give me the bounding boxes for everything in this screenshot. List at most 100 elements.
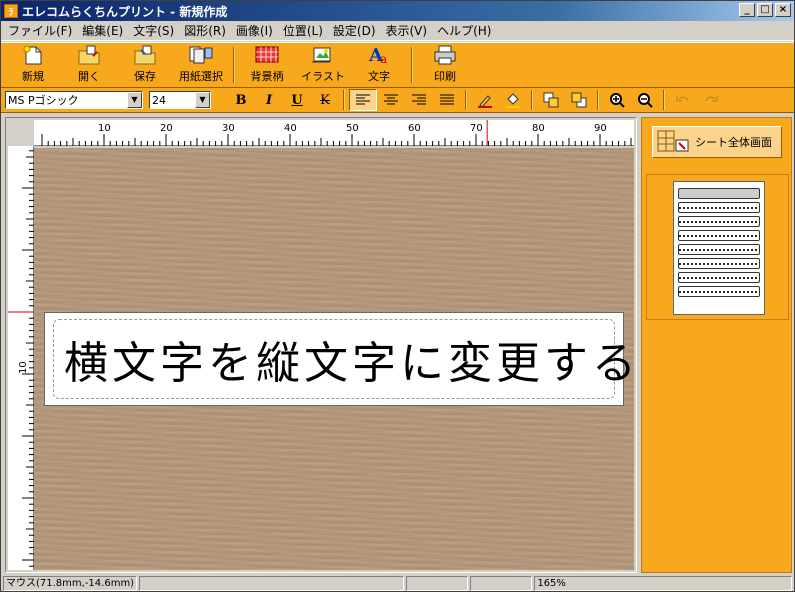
- design-canvas[interactable]: 横文字を縦文字に変更する: [34, 148, 636, 570]
- toolbar-separator: [233, 47, 235, 83]
- background-pattern-icon: [254, 44, 280, 66]
- save-button[interactable]: 保存: [117, 44, 173, 86]
- send-back-icon: [571, 92, 587, 108]
- chevron-down-icon[interactable]: ▼: [195, 92, 210, 108]
- zoom-in-button[interactable]: [603, 89, 631, 111]
- illustration-button[interactable]: イラスト: [295, 44, 351, 86]
- undo-icon: [676, 96, 689, 102]
- window-title: エレコムらくちんプリント - 新規作成: [22, 4, 228, 19]
- printer-icon: [432, 44, 458, 66]
- open-folder-icon: [76, 44, 102, 66]
- fill-bucket-icon: [506, 93, 520, 108]
- pen-icon: [478, 95, 492, 108]
- redo-button[interactable]: [697, 89, 725, 111]
- text-label: 文字: [368, 70, 390, 83]
- font-size-value: 24: [152, 93, 166, 107]
- toolbar-separator: [343, 90, 345, 110]
- menu-settings[interactable]: 設定(D): [328, 22, 381, 39]
- status-cell-empty: [138, 576, 405, 591]
- format-toolbar: MS Pゴシック ▼ 24 ▼ B I U K: [1, 88, 794, 113]
- align-left-button[interactable]: [349, 89, 377, 111]
- align-right-icon: [412, 94, 426, 105]
- new-label: 新規: [22, 70, 44, 83]
- fill-color-button[interactable]: [499, 89, 527, 111]
- text-aa-icon: Aa: [366, 44, 392, 66]
- menu-shape[interactable]: 図形(R): [179, 22, 231, 39]
- zoom-in-icon: [610, 93, 625, 108]
- bring-front-button[interactable]: [537, 89, 565, 111]
- work-area: 10 20 30 40 50 60 70 80 90 10 横文字を縦文字に変更する: [5, 117, 637, 573]
- open-button[interactable]: 開く: [61, 44, 117, 86]
- ruler-corner: [8, 120, 34, 146]
- chevron-down-icon[interactable]: ▼: [127, 92, 142, 108]
- sheet-preview-panel: [646, 174, 789, 320]
- ruler-tick-label: 20: [160, 123, 173, 134]
- menu-position[interactable]: 位置(L): [278, 22, 328, 39]
- new-button[interactable]: 新規: [5, 44, 61, 86]
- sheet-overview-icon: [657, 130, 689, 152]
- ruler-tick-label: 10: [18, 361, 29, 374]
- underline-button[interactable]: U: [283, 89, 311, 111]
- menu-file[interactable]: ファイル(F): [3, 22, 77, 39]
- font-name-value: MS Pゴシック: [8, 94, 79, 107]
- close-button[interactable]: ×: [775, 3, 791, 17]
- paper-select-label: 用紙選択: [179, 70, 223, 83]
- bold-button[interactable]: B: [227, 89, 255, 111]
- svg-text:a: a: [380, 52, 387, 66]
- horizontal-ruler: 10 20 30 40 50 60 70 80 90: [34, 120, 634, 146]
- menu-view[interactable]: 表示(V): [381, 22, 433, 39]
- font-size-select[interactable]: 24 ▼: [149, 91, 211, 109]
- pen-color-button[interactable]: [471, 89, 499, 111]
- zoom-out-icon: [638, 93, 653, 108]
- text-button[interactable]: Aa 文字: [351, 44, 407, 86]
- label-object[interactable]: 横文字を縦文字に変更する: [44, 312, 636, 406]
- thumbnail-label-row[interactable]: [678, 188, 760, 199]
- title-bar: ﾗ エレコムらくちんプリント - 新規作成 _ □ ×: [1, 1, 794, 21]
- paper-select-icon: [188, 44, 214, 66]
- thumbnail-label-row[interactable]: [678, 244, 760, 255]
- sheet-overview-button[interactable]: シート全体画面: [652, 126, 782, 158]
- send-back-button[interactable]: [565, 89, 593, 111]
- thumbnail-label-row[interactable]: [678, 230, 760, 241]
- menu-image[interactable]: 画像(I): [231, 22, 278, 39]
- thumbnail-label-row[interactable]: [678, 286, 760, 297]
- illustration-label: イラスト: [301, 70, 345, 83]
- bring-front-icon: [543, 92, 559, 108]
- background-pattern-button[interactable]: 背景柄: [239, 44, 295, 86]
- font-name-select[interactable]: MS Pゴシック ▼: [5, 91, 143, 109]
- vertical-ruler-ticks: 10: [8, 150, 34, 567]
- maximize-button[interactable]: □: [757, 3, 773, 17]
- mouse-position: マウス(71.8mm,-14.6mm): [3, 576, 137, 591]
- paper-select-button[interactable]: 用紙選択: [173, 44, 229, 86]
- undo-button[interactable]: [669, 89, 697, 111]
- label-text-frame[interactable]: 横文字を縦文字に変更する: [53, 319, 636, 399]
- print-label: 印刷: [434, 70, 456, 83]
- italic-button[interactable]: I: [255, 89, 283, 111]
- label-text[interactable]: 横文字を縦文字に変更する: [64, 327, 640, 391]
- thumbnail-label-row[interactable]: [678, 258, 760, 269]
- status-cell-empty: [406, 576, 469, 591]
- align-center-button[interactable]: [377, 89, 405, 111]
- app-icon[interactable]: ﾗ: [4, 4, 18, 18]
- menu-text[interactable]: 文字(S): [128, 22, 179, 39]
- align-justify-icon: [440, 94, 454, 105]
- ruler-tick-label: 40: [284, 123, 297, 134]
- thumbnail-label-row[interactable]: [678, 202, 760, 213]
- main-toolbar: 新規 開く 保存 用紙選択 背景柄 イラスト A a 文字 印刷: [1, 42, 794, 88]
- print-button[interactable]: 印刷: [417, 44, 473, 86]
- illustration-icon: [310, 44, 336, 66]
- redo-icon: [705, 96, 718, 102]
- zoom-out-button[interactable]: [631, 89, 659, 111]
- menu-edit[interactable]: 編集(E): [77, 22, 128, 39]
- open-label: 開く: [78, 70, 100, 83]
- menu-help[interactable]: ヘルプ(H): [432, 22, 496, 39]
- sheet-thumbnail[interactable]: [673, 181, 765, 315]
- thumbnail-label-row[interactable]: [678, 216, 760, 227]
- thumbnail-label-row[interactable]: [678, 272, 760, 283]
- align-right-button[interactable]: [405, 89, 433, 111]
- strikethrough-button[interactable]: K: [311, 89, 339, 111]
- menu-bar: ファイル(F) 編集(E) 文字(S) 図形(R) 画像(I) 位置(L) 設定…: [1, 21, 794, 41]
- minimize-button[interactable]: _: [739, 3, 755, 17]
- zoom-level: 165%: [534, 576, 792, 591]
- align-justify-button[interactable]: [433, 89, 461, 111]
